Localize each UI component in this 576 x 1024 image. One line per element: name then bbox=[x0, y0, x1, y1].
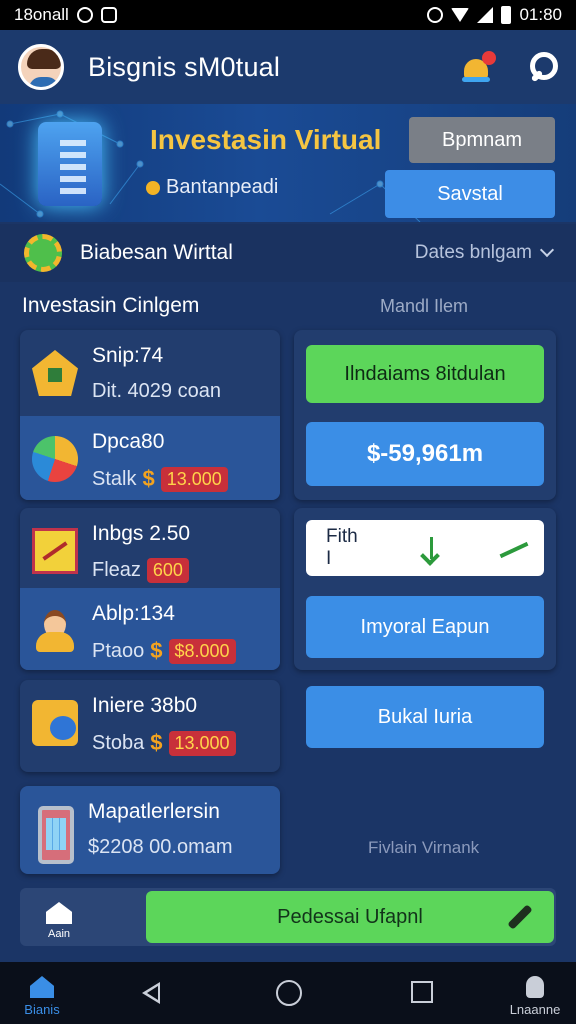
home-icon bbox=[30, 976, 54, 998]
signal-icon bbox=[477, 7, 494, 23]
cta-button[interactable]: Pedessai Ufapnl bbox=[146, 891, 554, 943]
item-sub: Ptaoo $ $8.000 bbox=[92, 638, 236, 664]
hero-banner: Investasin Virtual Bantanpeadi Bpmnam Sa… bbox=[0, 104, 576, 222]
amount-badge: 13.000 bbox=[160, 466, 228, 492]
filter-row-label: Fith I bbox=[326, 526, 358, 569]
item-title: Dpca80 bbox=[92, 430, 165, 453]
nav-home-label: Bianis bbox=[24, 1002, 60, 1017]
item-sub: Stoba $ 13.000 bbox=[92, 730, 236, 756]
notification-bell-icon[interactable] bbox=[462, 51, 496, 83]
list-item[interactable]: Inbgs 2.50 Fleaz 600 bbox=[20, 508, 280, 588]
hero-gray-button[interactable]: Bpmnam bbox=[409, 117, 555, 163]
amount-badge: 600 bbox=[146, 558, 189, 583]
arrow-down-icon[interactable] bbox=[429, 537, 433, 559]
pie-chart-icon bbox=[32, 436, 78, 482]
status-time: 01:80 bbox=[519, 5, 562, 24]
amount-badge: $8.000 bbox=[168, 638, 236, 664]
list-item[interactable]: Snip:74 Dit. 4029 coan bbox=[20, 330, 280, 416]
chevron-down-icon bbox=[539, 242, 555, 258]
list-item[interactable]: Mapatlerlersin $2208 00.omam bbox=[20, 786, 280, 874]
home-icon bbox=[46, 902, 72, 924]
primary-green-button[interactable]: Ilndaiams 8itdulan bbox=[306, 345, 544, 403]
hero-subtitle: Bantanpeadi bbox=[146, 176, 278, 199]
total-amount-display: $-59,961m bbox=[306, 422, 544, 486]
item-title: Mapatlerlersin bbox=[88, 800, 220, 823]
item-sub: Fleaz 600 bbox=[92, 558, 190, 583]
avatar[interactable] bbox=[18, 44, 64, 90]
wifi-icon bbox=[451, 8, 470, 22]
search-icon[interactable] bbox=[528, 52, 558, 82]
alarm-icon bbox=[427, 7, 444, 23]
item-title: Iniere 38b0 bbox=[92, 694, 198, 717]
calculator-phone-icon bbox=[38, 806, 74, 864]
date-dropdown[interactable]: Dates bnlgam bbox=[414, 242, 555, 264]
hero-title: Investasin Virtual bbox=[150, 124, 382, 155]
date-dropdown-label: Dates bnlgam bbox=[414, 242, 532, 263]
trend-up-icon[interactable] bbox=[499, 538, 524, 558]
status-left-text: 18onall bbox=[14, 5, 69, 24]
house-icon bbox=[32, 350, 78, 396]
nav-profile-label: Lnaanne bbox=[509, 1002, 561, 1017]
investment-card-2: Inbgs 2.50 Fleaz 600 Ablp:134 Ptaoo $ $8… bbox=[20, 508, 280, 670]
nav-home-tab[interactable]: Bianis bbox=[22, 976, 62, 1017]
profile-icon bbox=[526, 976, 544, 998]
filter-label: Biabesan Wirttal bbox=[80, 241, 233, 264]
amount-badge: 13.000 bbox=[168, 730, 236, 756]
nav-profile-tab[interactable]: Lnaanne bbox=[500, 976, 570, 1017]
list-item[interactable]: Dpca80 Stalk $ 13.000 bbox=[20, 416, 280, 500]
home-shortcut-label: Aain bbox=[48, 928, 71, 940]
section-title: Investasin Cinlgem bbox=[22, 294, 200, 317]
item-sub: Dit. 4029 coan bbox=[92, 380, 221, 402]
bottom-nav: Bianis Lnaanne bbox=[0, 962, 576, 1024]
blue-action-button-1[interactable]: Imyoral Eapun bbox=[306, 596, 544, 658]
recents-icon[interactable] bbox=[411, 981, 433, 1003]
dollar-icon: $ bbox=[142, 466, 155, 491]
status-bar: 18onall 01:80 bbox=[0, 0, 576, 30]
list-item[interactable]: Ablp:134 Ptaoo $ $8.000 bbox=[20, 588, 280, 670]
investment-card-4[interactable]: Mapatlerlersin $2208 00.omam bbox=[20, 786, 280, 874]
dollar-icon: $ bbox=[150, 638, 163, 663]
gear-icon bbox=[24, 234, 62, 272]
hero-blue-button[interactable]: Savstal bbox=[385, 170, 555, 218]
item-title: Inbgs 2.50 bbox=[92, 522, 191, 545]
investment-card-1: Snip:74 Dit. 4029 coan Dpca80 Stalk $ 13… bbox=[20, 330, 280, 500]
server-icon bbox=[38, 122, 102, 206]
item-title: Snip:74 bbox=[92, 344, 164, 367]
filter-row[interactable]: Fith I bbox=[306, 520, 544, 576]
footer-note: Fivlain Virnank bbox=[368, 838, 480, 857]
filter-bar: Biabesan Wirttal Dates bnlgam bbox=[0, 224, 576, 282]
wrench-icon bbox=[507, 904, 533, 930]
investment-card-3: Iniere 38b0 Stoba $ 13.000 bbox=[20, 680, 280, 772]
home-button-icon[interactable] bbox=[276, 980, 302, 1006]
app-notification-icon bbox=[76, 7, 93, 23]
battery-icon bbox=[501, 6, 512, 24]
hero-subtitle-text: Bantanpeadi bbox=[166, 176, 279, 198]
item-title: Ablp:134 bbox=[92, 602, 175, 625]
app-title: Bisgnis sM0tual bbox=[88, 51, 281, 82]
home-shortcut[interactable]: Aain bbox=[46, 902, 74, 940]
back-icon[interactable] bbox=[142, 982, 160, 1004]
bottom-action-bar: Aain Pedessai Ufapnl bbox=[20, 888, 556, 946]
app-bar: Bisgnis sM0tual bbox=[0, 30, 576, 104]
cta-label: Pedessai Ufapnl bbox=[277, 905, 423, 928]
blue-action-button-2[interactable]: Bukal Iuria bbox=[306, 686, 544, 748]
wallet-icon bbox=[32, 700, 78, 746]
dollar-icon: $ bbox=[150, 730, 163, 755]
item-sub: $2208 00.omam bbox=[88, 836, 233, 858]
app-notification-icon-2 bbox=[100, 7, 117, 23]
item-sub: Stalk $ 13.000 bbox=[92, 466, 228, 492]
coin-icon bbox=[146, 180, 160, 195]
list-item[interactable]: Iniere 38b0 Stoba $ 13.000 bbox=[20, 680, 280, 772]
chart-icon bbox=[32, 528, 78, 574]
person-icon bbox=[32, 608, 78, 654]
section-right-label: Mandl Ilem bbox=[380, 296, 469, 316]
